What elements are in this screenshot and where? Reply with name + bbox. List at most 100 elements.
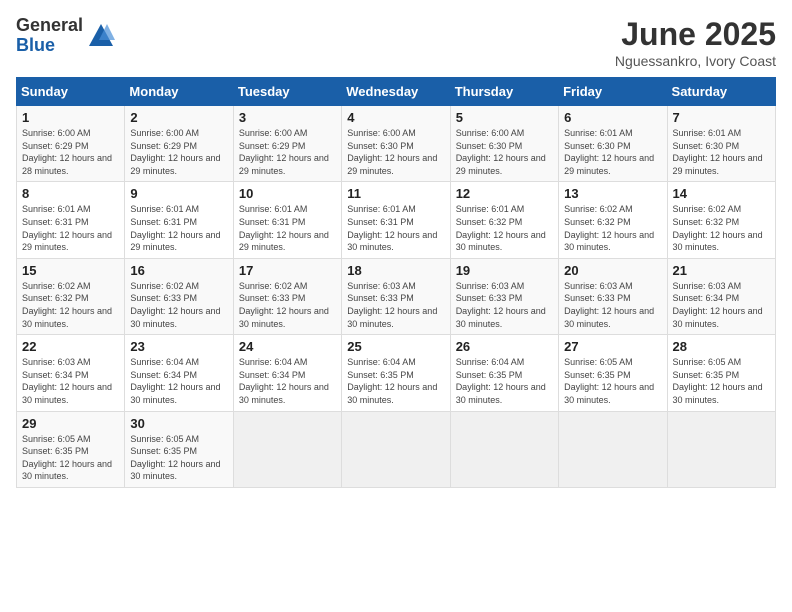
day-number: 18 (347, 263, 444, 278)
table-row: 18 Sunrise: 6:03 AM Sunset: 6:33 PM Dayl… (342, 258, 450, 334)
day-info: Sunrise: 6:00 AM Sunset: 6:30 PM Dayligh… (347, 127, 444, 177)
day-info: Sunrise: 6:05 AM Sunset: 6:35 PM Dayligh… (22, 433, 119, 483)
day-info: Sunrise: 6:00 AM Sunset: 6:29 PM Dayligh… (22, 127, 119, 177)
table-row (233, 411, 341, 487)
table-row: 15 Sunrise: 6:02 AM Sunset: 6:32 PM Dayl… (17, 258, 125, 334)
table-row: 8 Sunrise: 6:01 AM Sunset: 6:31 PM Dayli… (17, 182, 125, 258)
table-row: 20 Sunrise: 6:03 AM Sunset: 6:33 PM Dayl… (559, 258, 667, 334)
table-row: 28 Sunrise: 6:05 AM Sunset: 6:35 PM Dayl… (667, 335, 775, 411)
day-number: 15 (22, 263, 119, 278)
day-info: Sunrise: 6:01 AM Sunset: 6:32 PM Dayligh… (456, 203, 553, 253)
table-row: 2 Sunrise: 6:00 AM Sunset: 6:29 PM Dayli… (125, 106, 233, 182)
page-header: General Blue June 2025 Nguessankro, Ivor… (16, 16, 776, 69)
table-row: 26 Sunrise: 6:04 AM Sunset: 6:35 PM Dayl… (450, 335, 558, 411)
day-info: Sunrise: 6:00 AM Sunset: 6:30 PM Dayligh… (456, 127, 553, 177)
day-number: 2 (130, 110, 227, 125)
table-row: 3 Sunrise: 6:00 AM Sunset: 6:29 PM Dayli… (233, 106, 341, 182)
day-number: 6 (564, 110, 661, 125)
day-number: 30 (130, 416, 227, 431)
day-number: 20 (564, 263, 661, 278)
day-number: 5 (456, 110, 553, 125)
day-info: Sunrise: 6:02 AM Sunset: 6:33 PM Dayligh… (130, 280, 227, 330)
table-row: 29 Sunrise: 6:05 AM Sunset: 6:35 PM Dayl… (17, 411, 125, 487)
day-info: Sunrise: 6:05 AM Sunset: 6:35 PM Dayligh… (564, 356, 661, 406)
table-row: 30 Sunrise: 6:05 AM Sunset: 6:35 PM Dayl… (125, 411, 233, 487)
table-row: 6 Sunrise: 6:01 AM Sunset: 6:30 PM Dayli… (559, 106, 667, 182)
day-number: 11 (347, 186, 444, 201)
table-row: 24 Sunrise: 6:04 AM Sunset: 6:34 PM Dayl… (233, 335, 341, 411)
logo-blue: Blue (16, 36, 83, 56)
month-title: June 2025 (615, 16, 776, 53)
location: Nguessankro, Ivory Coast (615, 53, 776, 69)
day-info: Sunrise: 6:00 AM Sunset: 6:29 PM Dayligh… (239, 127, 336, 177)
day-info: Sunrise: 6:04 AM Sunset: 6:34 PM Dayligh… (130, 356, 227, 406)
table-row: 16 Sunrise: 6:02 AM Sunset: 6:33 PM Dayl… (125, 258, 233, 334)
table-row (342, 411, 450, 487)
table-row: 1 Sunrise: 6:00 AM Sunset: 6:29 PM Dayli… (17, 106, 125, 182)
table-row (667, 411, 775, 487)
day-info: Sunrise: 6:04 AM Sunset: 6:35 PM Dayligh… (456, 356, 553, 406)
day-info: Sunrise: 6:03 AM Sunset: 6:33 PM Dayligh… (564, 280, 661, 330)
day-number: 9 (130, 186, 227, 201)
table-row: 23 Sunrise: 6:04 AM Sunset: 6:34 PM Dayl… (125, 335, 233, 411)
day-number: 17 (239, 263, 336, 278)
col-saturday: Saturday (667, 78, 775, 106)
day-info: Sunrise: 6:02 AM Sunset: 6:33 PM Dayligh… (239, 280, 336, 330)
calendar-header-row: Sunday Monday Tuesday Wednesday Thursday… (17, 78, 776, 106)
day-number: 24 (239, 339, 336, 354)
day-info: Sunrise: 6:04 AM Sunset: 6:35 PM Dayligh… (347, 356, 444, 406)
col-sunday: Sunday (17, 78, 125, 106)
col-thursday: Thursday (450, 78, 558, 106)
table-row: 12 Sunrise: 6:01 AM Sunset: 6:32 PM Dayl… (450, 182, 558, 258)
table-row: 17 Sunrise: 6:02 AM Sunset: 6:33 PM Dayl… (233, 258, 341, 334)
day-number: 21 (673, 263, 770, 278)
day-info: Sunrise: 6:01 AM Sunset: 6:30 PM Dayligh… (673, 127, 770, 177)
day-number: 25 (347, 339, 444, 354)
day-number: 8 (22, 186, 119, 201)
logo-icon (87, 22, 115, 50)
title-area: June 2025 Nguessankro, Ivory Coast (615, 16, 776, 69)
day-number: 27 (564, 339, 661, 354)
day-number: 22 (22, 339, 119, 354)
day-info: Sunrise: 6:01 AM Sunset: 6:31 PM Dayligh… (239, 203, 336, 253)
day-info: Sunrise: 6:00 AM Sunset: 6:29 PM Dayligh… (130, 127, 227, 177)
table-row: 14 Sunrise: 6:02 AM Sunset: 6:32 PM Dayl… (667, 182, 775, 258)
day-number: 13 (564, 186, 661, 201)
table-row: 9 Sunrise: 6:01 AM Sunset: 6:31 PM Dayli… (125, 182, 233, 258)
col-tuesday: Tuesday (233, 78, 341, 106)
day-number: 29 (22, 416, 119, 431)
table-row: 22 Sunrise: 6:03 AM Sunset: 6:34 PM Dayl… (17, 335, 125, 411)
day-info: Sunrise: 6:01 AM Sunset: 6:30 PM Dayligh… (564, 127, 661, 177)
table-row (559, 411, 667, 487)
col-monday: Monday (125, 78, 233, 106)
day-info: Sunrise: 6:05 AM Sunset: 6:35 PM Dayligh… (673, 356, 770, 406)
day-number: 26 (456, 339, 553, 354)
day-number: 23 (130, 339, 227, 354)
day-number: 12 (456, 186, 553, 201)
table-row: 4 Sunrise: 6:00 AM Sunset: 6:30 PM Dayli… (342, 106, 450, 182)
day-info: Sunrise: 6:03 AM Sunset: 6:33 PM Dayligh… (347, 280, 444, 330)
day-number: 19 (456, 263, 553, 278)
calendar-table: Sunday Monday Tuesday Wednesday Thursday… (16, 77, 776, 488)
day-info: Sunrise: 6:05 AM Sunset: 6:35 PM Dayligh… (130, 433, 227, 483)
table-row: 19 Sunrise: 6:03 AM Sunset: 6:33 PM Dayl… (450, 258, 558, 334)
table-row: 7 Sunrise: 6:01 AM Sunset: 6:30 PM Dayli… (667, 106, 775, 182)
day-info: Sunrise: 6:04 AM Sunset: 6:34 PM Dayligh… (239, 356, 336, 406)
table-row: 13 Sunrise: 6:02 AM Sunset: 6:32 PM Dayl… (559, 182, 667, 258)
day-info: Sunrise: 6:01 AM Sunset: 6:31 PM Dayligh… (130, 203, 227, 253)
day-number: 1 (22, 110, 119, 125)
day-number: 14 (673, 186, 770, 201)
day-number: 10 (239, 186, 336, 201)
logo: General Blue (16, 16, 115, 56)
day-info: Sunrise: 6:01 AM Sunset: 6:31 PM Dayligh… (22, 203, 119, 253)
col-friday: Friday (559, 78, 667, 106)
day-info: Sunrise: 6:03 AM Sunset: 6:34 PM Dayligh… (673, 280, 770, 330)
day-number: 28 (673, 339, 770, 354)
table-row: 25 Sunrise: 6:04 AM Sunset: 6:35 PM Dayl… (342, 335, 450, 411)
day-number: 16 (130, 263, 227, 278)
day-number: 7 (673, 110, 770, 125)
day-info: Sunrise: 6:03 AM Sunset: 6:34 PM Dayligh… (22, 356, 119, 406)
table-row: 10 Sunrise: 6:01 AM Sunset: 6:31 PM Dayl… (233, 182, 341, 258)
day-info: Sunrise: 6:02 AM Sunset: 6:32 PM Dayligh… (673, 203, 770, 253)
day-info: Sunrise: 6:02 AM Sunset: 6:32 PM Dayligh… (564, 203, 661, 253)
